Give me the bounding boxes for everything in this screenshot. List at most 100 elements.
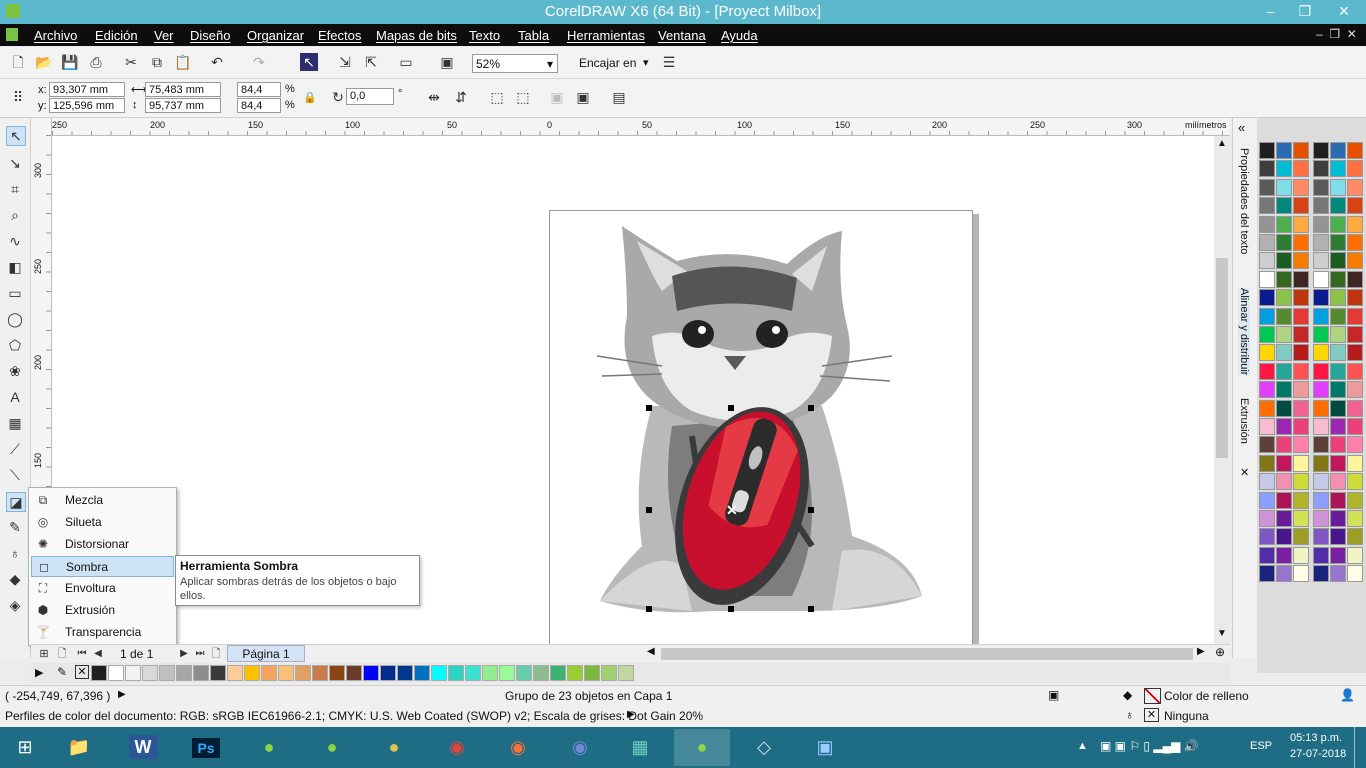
welcome-screen-icon[interactable]: ▣: [438, 53, 456, 71]
color-swatch[interactable]: [1330, 528, 1346, 546]
color-swatch[interactable]: [1276, 362, 1292, 380]
document-color-swatch[interactable]: [618, 665, 634, 681]
document-color-swatch[interactable]: [448, 665, 464, 681]
text-tool-icon[interactable]: A: [6, 388, 24, 406]
document-color-swatch[interactable]: [533, 665, 549, 681]
options-icon[interactable]: ☰: [660, 53, 678, 71]
color-swatch[interactable]: [1347, 215, 1363, 233]
smart-fill-icon[interactable]: ◧: [6, 258, 24, 276]
color-swatch[interactable]: [1276, 234, 1292, 251]
color-swatch[interactable]: [1293, 215, 1309, 233]
document-color-swatch[interactable]: [125, 665, 141, 681]
color-swatch[interactable]: [1313, 473, 1329, 491]
color-swatch[interactable]: [1313, 160, 1329, 178]
document-color-swatch[interactable]: [244, 665, 260, 681]
document-color-swatch[interactable]: [312, 665, 328, 681]
zoom-tool-icon[interactable]: ⌕: [6, 206, 24, 224]
color-swatch[interactable]: [1313, 289, 1329, 307]
add-page-icon[interactable]: ⊞: [35, 645, 53, 663]
color-swatch[interactable]: [1330, 160, 1346, 178]
taskbar-corel-app-icon[interactable]: ●: [304, 729, 360, 766]
color-swatch[interactable]: [1313, 234, 1329, 251]
polygon-tool-icon[interactable]: ⬠: [6, 336, 24, 354]
no-color-swatch[interactable]: ✕: [75, 665, 89, 679]
color-swatch[interactable]: [1330, 565, 1346, 583]
restore-button[interactable]: ❐: [1290, 0, 1320, 22]
color-swatch[interactable]: [1259, 197, 1275, 215]
color-swatch[interactable]: [1313, 436, 1329, 454]
document-color-swatch[interactable]: [295, 665, 311, 681]
document-color-swatch[interactable]: [329, 665, 345, 681]
color-swatch[interactable]: [1347, 399, 1363, 417]
play-icon[interactable]: ▶: [627, 709, 635, 720]
docker-tab-extrude[interactable]: Extrusión: [1238, 398, 1250, 444]
color-swatch[interactable]: [1347, 473, 1363, 491]
color-swatch[interactable]: [1259, 160, 1275, 178]
document-color-swatch[interactable]: [414, 665, 430, 681]
taskbar-explorer-icon[interactable]: 📁: [51, 729, 107, 766]
scroll-thumb[interactable]: [1216, 258, 1228, 458]
color-swatch[interactable]: [1347, 418, 1363, 435]
color-swatch[interactable]: [1293, 399, 1309, 417]
color-swatch[interactable]: [1276, 399, 1292, 417]
tray-chevron-icon[interactable]: ▲: [1077, 740, 1088, 752]
color-swatch[interactable]: [1347, 510, 1363, 527]
taskbar-app-icon[interactable]: ▦: [612, 729, 668, 766]
color-swatch[interactable]: [1276, 252, 1292, 270]
color-swatch[interactable]: [1293, 160, 1309, 178]
scroll-right-icon[interactable]: ▶: [1197, 646, 1205, 657]
color-swatch[interactable]: [1293, 436, 1309, 454]
clock-time[interactable]: 05:13 p.m.: [1290, 732, 1342, 744]
selection-handle[interactable]: [808, 405, 814, 411]
taskbar-photoshop-icon[interactable]: Ps: [178, 729, 234, 766]
color-swatch[interactable]: [1276, 307, 1292, 325]
color-swatch[interactable]: [1313, 510, 1329, 527]
eyedropper-tool-icon[interactable]: ✎: [6, 518, 24, 536]
menu-archivo[interactable]: Archivo: [34, 28, 77, 43]
color-swatch[interactable]: [1293, 381, 1309, 399]
color-swatch[interactable]: [1313, 215, 1329, 233]
document-color-swatch[interactable]: [227, 665, 243, 681]
color-swatch[interactable]: [1330, 344, 1346, 362]
snap-to-dropdown[interactable]: Encajar en: [579, 56, 636, 70]
color-swatch[interactable]: [1259, 399, 1275, 417]
ungroup-icon[interactable]: ⬚: [514, 88, 532, 106]
selection-handle[interactable]: [646, 405, 652, 411]
menu-texto[interactable]: Texto: [469, 28, 500, 43]
lock-ratio-icon[interactable]: 🔒: [301, 89, 319, 107]
taskbar-coreldraw-active-icon[interactable]: ●: [674, 729, 730, 766]
scroll-down-icon[interactable]: ▼: [1217, 628, 1227, 639]
menu-ver[interactable]: Ver: [154, 28, 174, 43]
menu-diseno[interactable]: Diseño: [190, 28, 230, 43]
print-icon[interactable]: ⎙: [87, 53, 105, 71]
color-swatch[interactable]: [1313, 252, 1329, 270]
color-swatch[interactable]: [1276, 473, 1292, 491]
color-swatch[interactable]: [1347, 142, 1363, 159]
document-color-swatch[interactable]: [346, 665, 362, 681]
color-swatch[interactable]: [1330, 326, 1346, 343]
color-swatch[interactable]: [1293, 197, 1309, 215]
selection-handle[interactable]: [646, 606, 652, 612]
outline-tool-icon[interactable]: ♁: [6, 544, 24, 562]
color-swatch[interactable]: [1330, 142, 1346, 159]
document-color-swatch[interactable]: [584, 665, 600, 681]
document-color-swatch[interactable]: [261, 665, 277, 681]
flyout-item-extrude[interactable]: ⬢ Extrusión: [31, 600, 174, 621]
color-swatch[interactable]: [1276, 197, 1292, 215]
selection-handle[interactable]: [646, 507, 652, 513]
fill-swatch[interactable]: [1144, 688, 1161, 704]
export-icon[interactable]: ⇱: [362, 53, 380, 71]
group-icon[interactable]: ⬚: [488, 88, 506, 106]
color-swatch[interactable]: [1276, 381, 1292, 399]
document-color-swatch[interactable]: [278, 665, 294, 681]
color-swatch[interactable]: [1330, 454, 1346, 472]
language-indicator[interactable]: ESP: [1250, 740, 1272, 752]
zoom-select[interactable]: 52% ▾: [472, 54, 558, 73]
menu-herramientas[interactable]: Herramientas: [567, 28, 645, 43]
color-swatch[interactable]: [1347, 565, 1363, 583]
color-swatch[interactable]: [1293, 270, 1309, 288]
color-swatch[interactable]: [1330, 197, 1346, 215]
taskbar-app2-icon[interactable]: ◇: [736, 729, 792, 766]
navigator-icon[interactable]: ⊕: [1215, 645, 1225, 659]
user-icon[interactable]: 👤: [1340, 688, 1355, 702]
